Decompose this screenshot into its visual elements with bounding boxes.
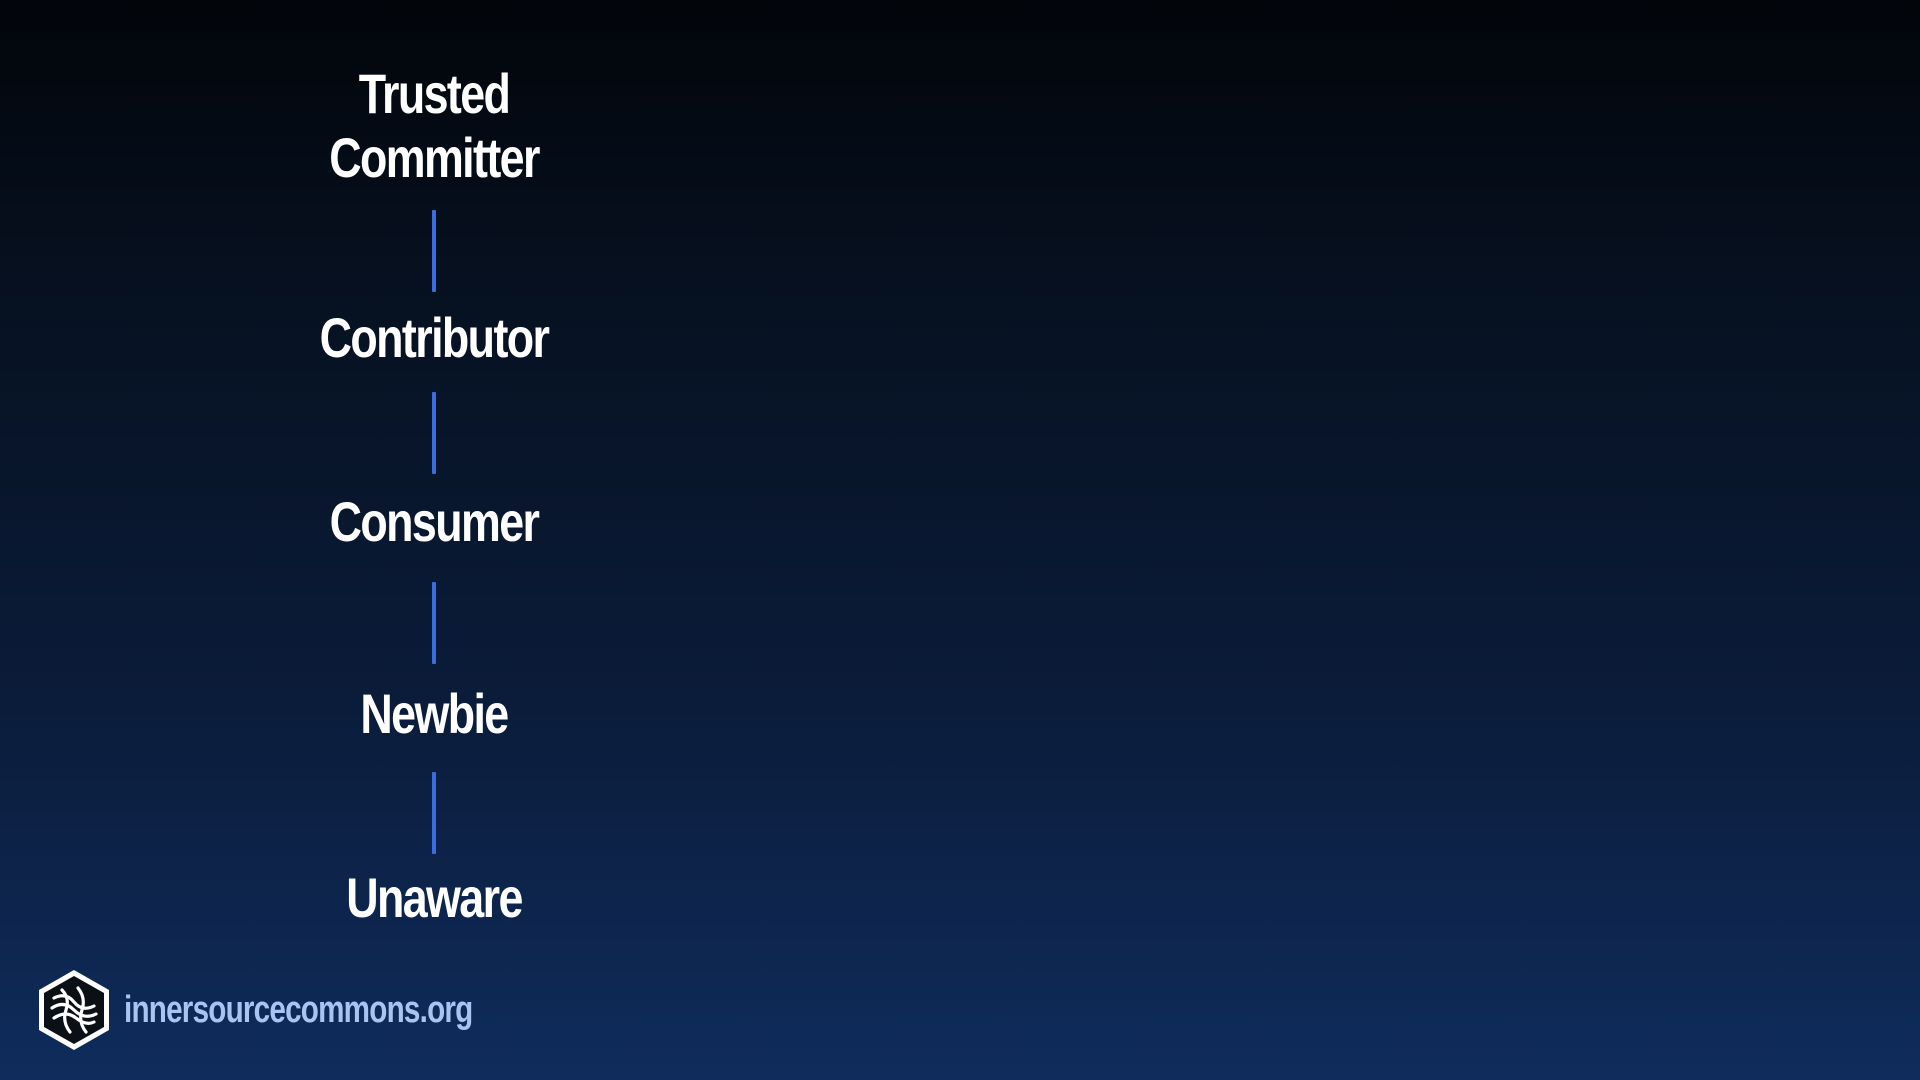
level-consumer: Consumer <box>329 490 540 553</box>
slide: Trusted Committer Contributor Consumer N… <box>0 0 1920 1080</box>
level-trusted-committer: Trusted Committer <box>329 62 540 189</box>
connector-line <box>432 392 436 474</box>
level-unaware: Unaware <box>346 866 523 929</box>
level-newbie: Newbie <box>360 682 509 745</box>
connector-line <box>432 772 436 854</box>
innersource-commons-hexagon-logo-icon <box>39 970 109 1050</box>
footer-url-link[interactable]: innersourcecommons.org <box>124 989 473 1032</box>
connector-line <box>432 210 436 292</box>
connector-line <box>432 582 436 664</box>
footer: innersourcecommons.org <box>36 968 571 1052</box>
level-contributor: Contributor <box>319 306 550 369</box>
